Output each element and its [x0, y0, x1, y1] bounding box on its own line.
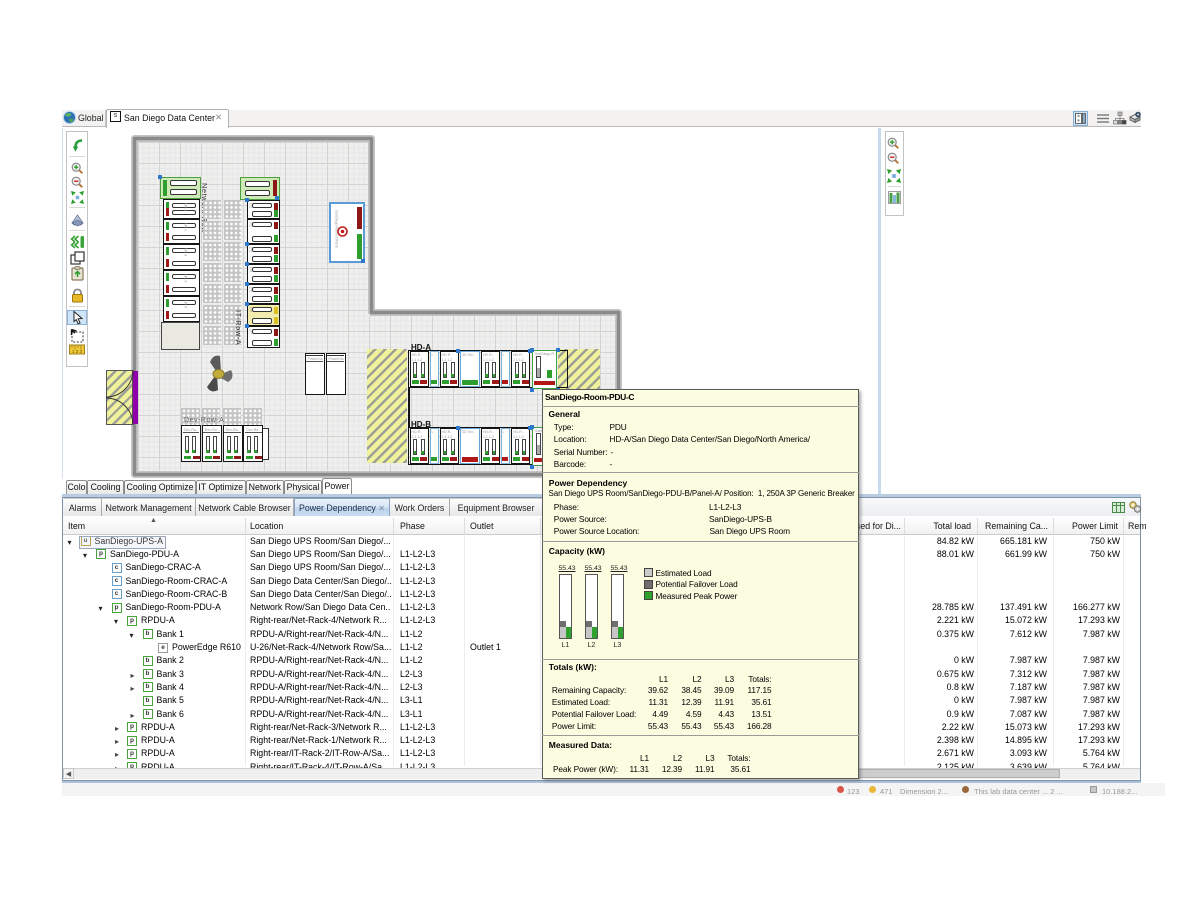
svg-text:1 2 3: 1 2 3 — [72, 349, 83, 354]
